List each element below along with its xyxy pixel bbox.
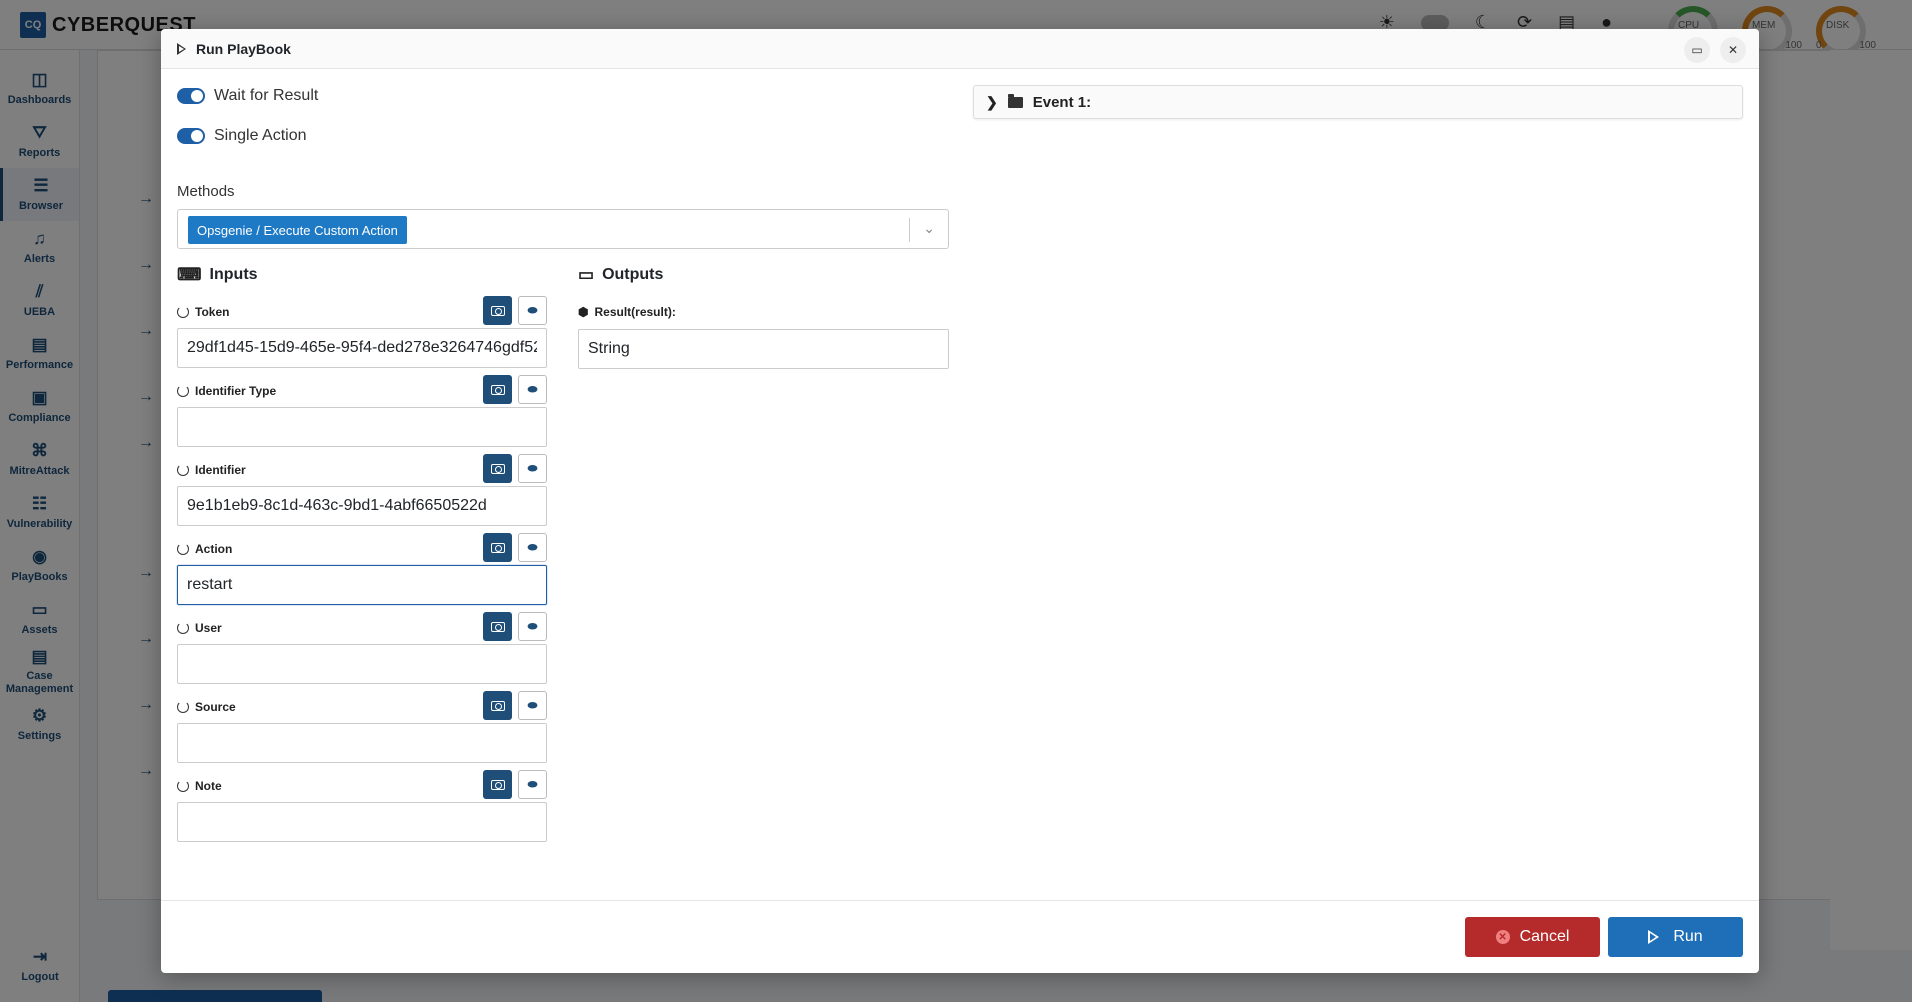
identifier-type-label: Identifier Type	[177, 384, 276, 398]
modal-header: Run PlayBook ▭ ✕	[161, 29, 1759, 69]
variable-icon: ⬬	[527, 777, 538, 791]
source-variable-button[interactable]: ⬬	[518, 691, 547, 720]
single-action-row: Single Action	[177, 127, 307, 145]
action-label-text: Action	[195, 542, 233, 556]
field-type-icon	[177, 306, 189, 318]
identifier-label: Identifier	[177, 463, 246, 477]
methods-label: Methods	[177, 183, 235, 200]
camera-icon	[490, 542, 505, 553]
result-label-text: Result(result):	[594, 305, 676, 319]
wait-for-result-row: Wait for Result	[177, 87, 318, 105]
modal-title: Run PlayBook	[196, 40, 291, 57]
run-play-icon	[1648, 930, 1660, 944]
action-label: Action	[177, 542, 232, 556]
single-action-label: Single Action	[214, 127, 307, 144]
action-input[interactable]	[177, 565, 547, 605]
close-icon: ✕	[1727, 43, 1739, 57]
note-label: Note	[177, 779, 222, 793]
identifier-snapshot-button[interactable]	[483, 454, 512, 483]
play-icon	[177, 42, 186, 55]
field-type-icon	[177, 543, 189, 555]
selected-method-chip[interactable]: Opsgenie / Execute Custom Action	[188, 216, 407, 244]
run-label: Run	[1673, 928, 1703, 945]
chevron-down-icon[interactable]: ⌄	[923, 220, 935, 237]
wait-for-result-toggle[interactable]	[177, 88, 205, 104]
camera-icon	[490, 384, 505, 395]
source-label: Source	[177, 700, 236, 714]
source-label-text: Source	[195, 700, 236, 714]
maximize-button[interactable]: ▭	[1684, 37, 1710, 63]
identifier-type-input[interactable]	[177, 407, 547, 447]
identifier-type-snapshot-button[interactable]	[483, 375, 512, 404]
user-label: User	[177, 621, 222, 635]
variable-icon: ⬬	[527, 303, 538, 317]
field-type-icon	[177, 780, 189, 792]
wait-for-result-label: Wait for Result	[214, 87, 319, 104]
camera-icon	[490, 305, 505, 316]
token-label-text: Token	[195, 305, 230, 319]
note-variable-button[interactable]: ⬬	[518, 770, 547, 799]
source-snapshot-button[interactable]	[483, 691, 512, 720]
user-input[interactable]	[177, 644, 547, 684]
cube-icon: ⬢	[578, 305, 589, 319]
token-input[interactable]	[177, 328, 547, 368]
cancel-button[interactable]: ✕ Cancel	[1465, 917, 1600, 957]
inputs-section-title: ⌨ Inputs	[177, 265, 258, 285]
field-type-icon	[177, 385, 189, 397]
camera-icon	[490, 779, 505, 790]
run-button[interactable]: Run	[1608, 917, 1743, 957]
field-type-icon	[177, 701, 189, 713]
note-label-text: Note	[195, 779, 222, 793]
event-panel[interactable]: ❯ Event 1:	[973, 85, 1743, 119]
identifier-type-variable-button[interactable]: ⬬	[518, 375, 547, 404]
variable-icon: ⬬	[527, 540, 538, 554]
variable-icon: ⬬	[527, 382, 538, 396]
action-variable-button[interactable]: ⬬	[518, 533, 547, 562]
camera-icon	[490, 463, 505, 474]
user-variable-button[interactable]: ⬬	[518, 612, 547, 641]
note-input[interactable]	[177, 802, 547, 842]
identifier-label-text: Identifier	[195, 463, 246, 477]
select-separator	[909, 218, 910, 242]
identifier-input[interactable]	[177, 486, 547, 526]
result-label: ⬢ Result(result):	[578, 305, 676, 319]
chevron-right-icon[interactable]: ❯	[986, 94, 998, 111]
run-playbook-modal: Run PlayBook ▭ ✕ Wait for Result Single …	[161, 29, 1759, 973]
result-output-field: String	[578, 329, 949, 369]
token-snapshot-button[interactable]	[483, 296, 512, 325]
outputs-title: Outputs	[602, 266, 664, 283]
camera-icon	[490, 621, 505, 632]
token-label: Token	[177, 305, 229, 319]
note-snapshot-button[interactable]	[483, 770, 512, 799]
identifier-variable-button[interactable]: ⬬	[518, 454, 547, 483]
field-type-icon	[177, 464, 189, 476]
camera-icon	[490, 700, 505, 711]
methods-select[interactable]: Opsgenie / Execute Custom Action ⌄	[177, 209, 949, 249]
user-snapshot-button[interactable]	[483, 612, 512, 641]
cancel-label: Cancel	[1519, 928, 1570, 945]
keyboard-icon: ⌨	[177, 265, 202, 284]
variable-icon: ⬬	[527, 461, 538, 475]
variable-icon: ⬬	[527, 698, 538, 712]
monitor-icon: ▭	[578, 265, 595, 284]
outputs-section-title: ▭ Outputs	[578, 265, 663, 285]
action-snapshot-button[interactable]	[483, 533, 512, 562]
source-input[interactable]	[177, 723, 547, 763]
maximize-icon: ▭	[1691, 43, 1703, 57]
inputs-title: Inputs	[209, 266, 258, 283]
token-variable-button[interactable]: ⬬	[518, 296, 547, 325]
identifier-type-label-text: Identifier Type	[195, 384, 277, 398]
field-type-icon	[177, 622, 189, 634]
single-action-toggle[interactable]	[177, 128, 205, 144]
cancel-icon: ✕	[1495, 930, 1510, 944]
close-button[interactable]: ✕	[1720, 37, 1746, 63]
variable-icon: ⬬	[527, 619, 538, 633]
modal-footer: ✕ Cancel Run	[161, 900, 1759, 973]
user-label-text: User	[195, 621, 222, 635]
folder-icon	[1007, 93, 1023, 108]
event-label: Event 1:	[1032, 93, 1092, 111]
